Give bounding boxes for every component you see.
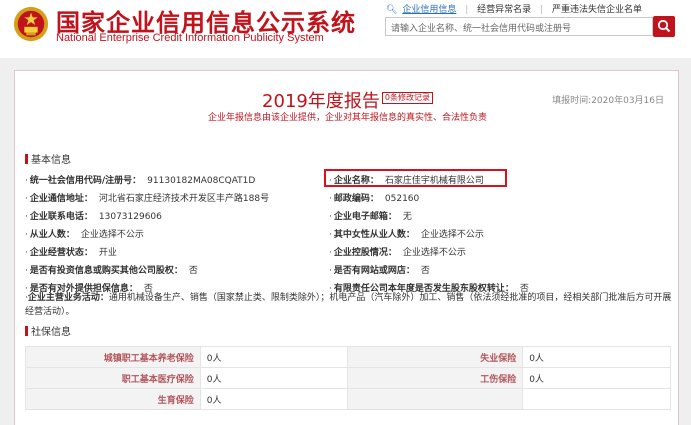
table-cell-value: 0人 (522, 346, 671, 368)
fill-date: 填报时间:2020年03月16日 (552, 96, 664, 106)
field-phone: · 企业联系电话： 13073129606 (25, 212, 162, 222)
table-row: 职工基本医疗保险 0人 工伤保险 0人 (25, 367, 671, 389)
table-cell-value: 0人 (199, 388, 349, 410)
section-title: 社保信息 (31, 327, 71, 338)
nav-blacklist[interactable]: 严重违法失信企业名单 (552, 5, 642, 15)
top-nav: 🔍︎ 企业信用信息 | 经营异常名录 | 严重违法失信企业名单 (386, 2, 642, 15)
section-basic-info: 基本信息 (25, 151, 71, 166)
site-subtitle: National Enterprise Credit Information P… (56, 32, 324, 44)
nav-divider: | (540, 5, 544, 15)
table-cell-value: 0人 (199, 346, 349, 368)
table-cell-value: 0人 (522, 367, 671, 389)
search-icon: 🔍︎ (386, 5, 398, 15)
field-postcode: · 邮政编码： 052160 (329, 194, 420, 204)
search-input[interactable]: 请输入企业名称、统一社会信用代码或注册号 (385, 17, 653, 36)
search-button[interactable] (653, 16, 675, 37)
table-row: 生育保险 0人 (25, 388, 671, 410)
table-cell-label: 失业保险 (347, 346, 524, 368)
field-website: · 是否有网站或网店：否 (329, 266, 430, 276)
table-cell-label: 城镇职工基本养老保险 (25, 346, 201, 368)
field-address: · 企业通信地址： 河北省石家庄经济技术开发区丰产路188号 (25, 194, 270, 204)
field-holding: · 企业控股情况： 企业选择不公示 (329, 248, 466, 258)
field-female-employees: · 其中女性从业人数： 企业选择不公示 (329, 230, 484, 240)
revision-record-link[interactable]: 0条修改记录 (381, 92, 433, 104)
field-business-scope: ·企业主营业务活动：通用机械设备生产、销售（国家禁止类、限制类除外）；机电产品（… (25, 293, 672, 317)
annual-report-card: 2019年度报告 0条修改记录 填报时间:2020年03月16日 企业年报信息由该… (14, 70, 679, 425)
field-status: · 企业经营状态： 开业 (25, 248, 117, 258)
table-cell-label: 生育保险 (25, 388, 201, 410)
field-company-name: · 企业名称： 石家庄佳宇机械有限公司 (329, 176, 484, 186)
report-disclaimer: 企业年报信息由该企业提供，企业对其年报信息的真实性、合法性负责 (207, 113, 487, 123)
section-social-insurance: 社保信息 (25, 323, 71, 338)
section-marker (25, 326, 28, 336)
site-header: 国家企业信用信息公示系统 National Enterprise Credit … (0, 0, 691, 58)
field-credit-code: · 统一社会信用代码/注册号： 91130182MA08CQAT1D (25, 176, 256, 186)
table-cell-value: 0人 (199, 367, 349, 389)
section-marker (25, 154, 28, 164)
nav-divider: | (465, 5, 469, 15)
section-title: 基本信息 (31, 155, 71, 166)
table-cell-value (522, 388, 671, 410)
field-email: · 企业电子邮箱：无 (329, 212, 412, 222)
social-insurance-table: 城镇职工基本养老保险 0人 失业保险 0人 职工基本医疗保险 0人 工伤保险 0… (25, 346, 671, 410)
table-row: 城镇职工基本养老保险 0人 失业保险 0人 (25, 346, 671, 368)
nav-abnormal-list[interactable]: 经营异常名录 (477, 5, 531, 15)
table-cell-label: 工伤保险 (347, 367, 524, 389)
field-investment: · 是否有投资信息或购买其他公司股权：否 (25, 266, 198, 276)
field-employees: · 从业人数： 企业选择不公示 (25, 230, 144, 240)
report-title-text: 2019年度报告 (262, 91, 380, 112)
table-cell-label: 职工基本医疗保险 (25, 367, 201, 389)
table-cell-label (347, 388, 524, 410)
nav-enterprise-credit[interactable]: 企业信用信息 (402, 5, 456, 15)
national-emblem-icon (13, 6, 49, 42)
search-icon (657, 19, 671, 33)
